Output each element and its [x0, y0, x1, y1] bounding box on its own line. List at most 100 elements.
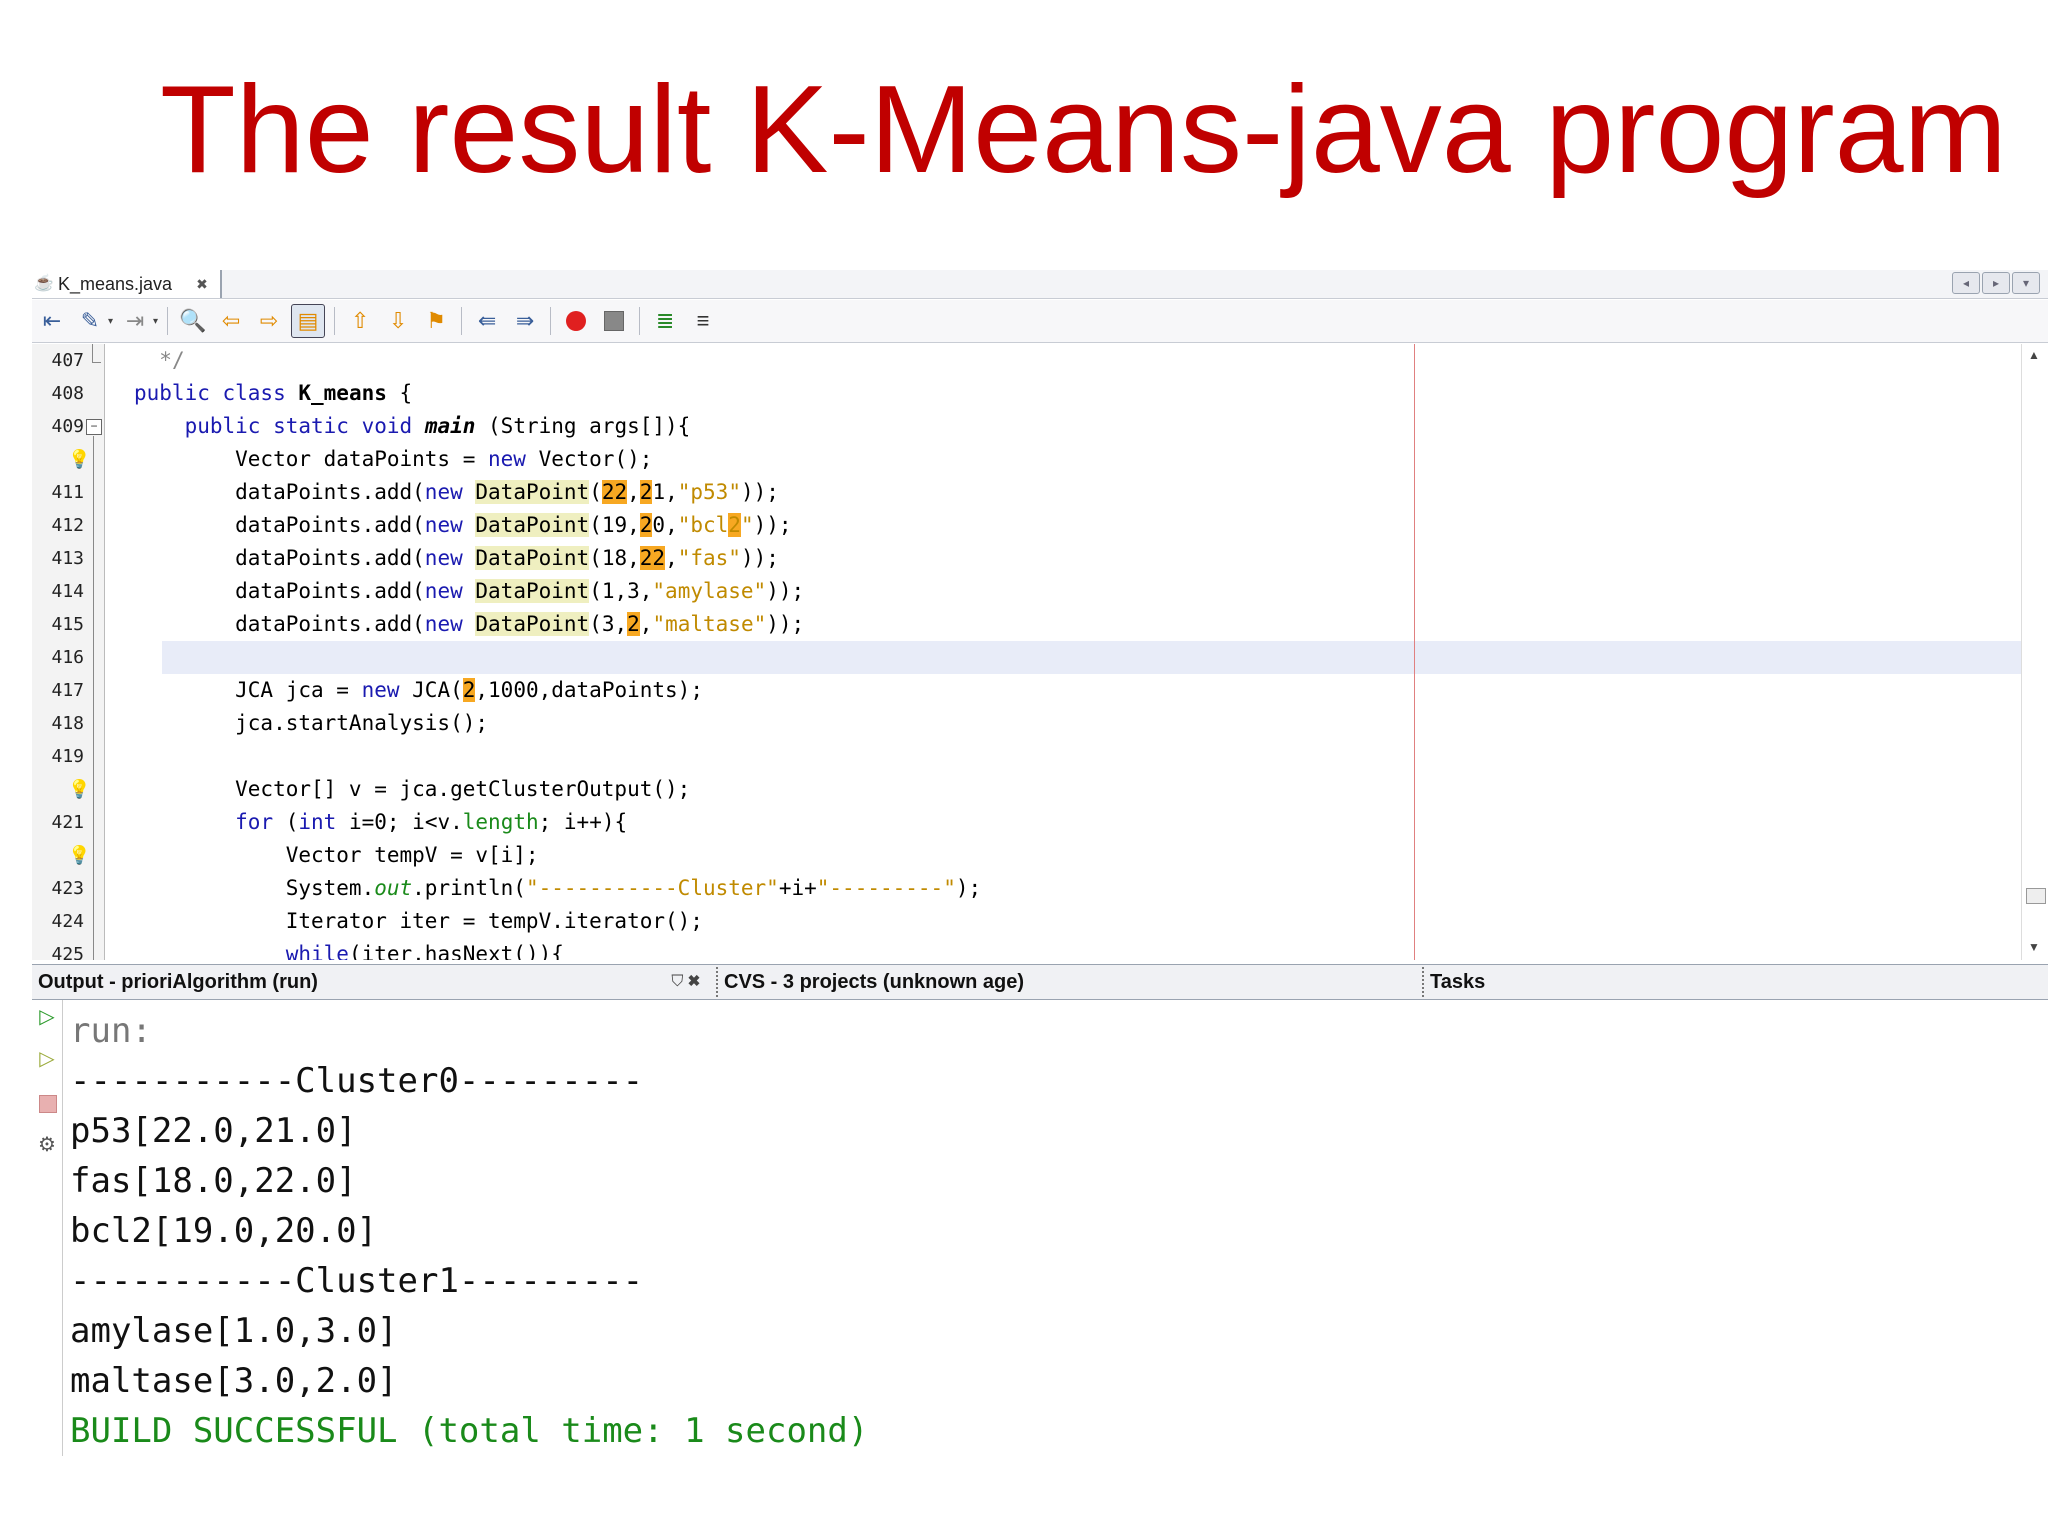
code-line-text: */: [159, 348, 185, 372]
find-previous-icon[interactable]: ⇦: [215, 305, 247, 337]
tab-tasks[interactable]: Tasks: [1430, 965, 1830, 999]
tab-cvs[interactable]: CVS - 3 projects (unknown age): [724, 965, 1414, 999]
hint-bulb-icon[interactable]: 💡: [68, 845, 90, 865]
scroll-left-button[interactable]: ◂: [1952, 272, 1980, 294]
output-line: -----------Cluster1---------: [70, 1261, 644, 1301]
output-line: bcl2[19.0,20.0]: [70, 1211, 378, 1251]
code-line[interactable]: dataPoints.add(new DataPoint(19,20,"bcl2…: [134, 509, 2018, 542]
uncomment-icon[interactable]: ≡: [687, 305, 719, 337]
code-line-text: Vector dataPoints = new Vector();: [134, 447, 653, 471]
next-bookmark-icon[interactable]: ⇩: [382, 305, 414, 337]
code-line[interactable]: [134, 641, 2018, 674]
shift-left-icon[interactable]: ⇚: [471, 305, 503, 337]
code-line[interactable]: Vector dataPoints = new Vector();: [134, 443, 2018, 476]
code-line[interactable]: Iterator iter = tempV.iterator();: [134, 905, 2018, 938]
find-next-icon[interactable]: ⇨: [253, 305, 285, 337]
start-macro-recording-icon[interactable]: [560, 305, 592, 337]
line-number: 407: [51, 350, 84, 371]
code-line[interactable]: for (int i=0; i<v.length; i++){: [134, 806, 2018, 839]
line-number: 425: [51, 944, 84, 960]
back-icon[interactable]: ⇤: [36, 305, 68, 337]
show-opened-documents-button[interactable]: ▾: [2012, 272, 2040, 294]
line-number: 418: [51, 713, 84, 734]
code-line[interactable]: dataPoints.add(new DataPoint(3,2,"maltas…: [134, 608, 2018, 641]
scroll-right-button[interactable]: ▸: [1982, 272, 2010, 294]
fold-toggle-icon[interactable]: −: [86, 419, 102, 435]
scroll-up-icon[interactable]: ▲: [2028, 348, 2040, 362]
editor-tab-k-means[interactable]: ☕ K_means.java ✖: [32, 270, 222, 298]
code-line[interactable]: public class K_means {: [134, 377, 2018, 410]
rerun-icon[interactable]: ▷: [36, 1006, 58, 1028]
rerun-with-options-icon[interactable]: ▷: [36, 1048, 58, 1070]
code-line-text: for (int i=0; i<v.length; i++){: [235, 810, 628, 834]
code-line[interactable]: Vector tempV = v[i];: [134, 839, 2018, 872]
line-number: 412: [51, 515, 84, 536]
line-number: 411: [51, 482, 84, 503]
tab-output-label: Output - prioriAlgorithm (run): [38, 970, 318, 993]
stop-icon[interactable]: [36, 1092, 58, 1114]
java-file-icon: ☕: [34, 275, 54, 292]
code-line-text: dataPoints.add(new DataPoint(1,3,"amylas…: [134, 579, 805, 603]
code-line-text: Vector[] v = jca.getClusterOutput();: [134, 777, 691, 801]
code-line[interactable]: public static void main (String args[]){: [134, 410, 2018, 443]
code-line[interactable]: [134, 740, 2018, 773]
forward-icon[interactable]: ⇥: [119, 305, 151, 337]
code-line[interactable]: Vector[] v = jca.getClusterOutput();: [134, 773, 2018, 806]
toggle-highlight-icon[interactable]: ▤: [291, 304, 326, 338]
code-line[interactable]: jca.startAnalysis();: [134, 707, 2018, 740]
output-line: -----------Cluster0---------: [70, 1061, 644, 1101]
output-line: run:: [70, 1011, 152, 1051]
toggle-bookmark-icon[interactable]: ⚑: [420, 305, 452, 337]
tab-output[interactable]: Output - prioriAlgorithm (run) ⛉ ✖: [38, 965, 708, 999]
code-area[interactable]: */ public class K_means { public static v…: [134, 344, 2048, 960]
code-line[interactable]: dataPoints.add(new DataPoint(18,22,"fas"…: [134, 542, 2018, 575]
code-line[interactable]: while(iter.hasNext()){: [134, 938, 2018, 960]
code-line-text: dataPoints.add(new DataPoint(18,22,"fas"…: [134, 546, 779, 570]
hint-bulb-icon[interactable]: 💡: [68, 449, 90, 469]
settings-icon[interactable]: ⚙: [36, 1134, 58, 1156]
comment-icon[interactable]: ≣: [649, 305, 681, 337]
output-console[interactable]: run: -----------Cluster0--------- p53[22.0…: [68, 1000, 2048, 1456]
scrollbar-thumb[interactable]: [2026, 888, 2046, 904]
line-number: 415: [51, 614, 84, 635]
last-edit-icon[interactable]: ✎: [74, 305, 106, 337]
find-icon[interactable]: 🔍: [177, 305, 209, 337]
output-line: maltase[3.0,2.0]: [70, 1361, 398, 1401]
code-line-text: public class K_means {: [134, 381, 413, 405]
code-line[interactable]: dataPoints.add(new DataPoint(1,3,"amylas…: [134, 575, 2018, 608]
close-tab-icon[interactable]: ✖: [196, 276, 208, 293]
output-tab-bar: Output - prioriAlgorithm (run) ⛉ ✖ CVS -…: [32, 964, 2048, 1000]
line-number: 413: [51, 548, 84, 569]
window-controls: ◂ ▸ ▾: [1952, 272, 2040, 294]
code-line-text: public static void main (String args[]){: [184, 414, 691, 438]
previous-bookmark-icon[interactable]: ⇧: [344, 305, 376, 337]
editor-tab-bar: ☕ K_means.java ✖ ◂ ▸ ▾: [32, 270, 2048, 299]
stop-macro-recording-icon[interactable]: [598, 305, 630, 337]
line-number: 421: [51, 812, 84, 833]
tab-tasks-label: Tasks: [1430, 970, 1486, 993]
line-number: 417: [51, 680, 84, 701]
tab-cvs-label: CVS - 3 projects (unknown age): [724, 970, 1025, 993]
ide-window: ☕ K_means.java ✖ ◂ ▸ ▾ ⇤ ✎ ▾ ⇥ ▾ 🔍 ⇦ ⇨ ▤ ⇧…: [32, 270, 2048, 1456]
code-line-text: while(iter.hasNext()){: [285, 942, 564, 960]
code-line[interactable]: */: [134, 344, 2018, 377]
line-number: 423: [51, 878, 84, 899]
code-line-text: Vector tempV = v[i];: [134, 843, 539, 867]
scroll-down-icon[interactable]: ▼: [2028, 940, 2040, 954]
output-line: BUILD SUCCESSFUL (total time: 1 second): [70, 1411, 869, 1451]
line-number: 416: [51, 647, 84, 668]
slide-title: The result K-Means-java program: [160, 61, 2007, 199]
editor-vertical-scrollbar[interactable]: ▲ ▼: [2021, 344, 2048, 960]
tab-output-tools[interactable]: ⛉ ✖: [671, 973, 700, 991]
hint-bulb-icon[interactable]: 💡: [68, 779, 90, 799]
code-editor[interactable]: 407 408 409 💡 411 412 413 414 415 416 417 418 419 💡 42…: [32, 344, 2048, 960]
code-line[interactable]: JCA jca = new JCA(2,1000,dataPoints);: [134, 674, 2018, 707]
editor-toolbar: ⇤ ✎ ▾ ⇥ ▾ 🔍 ⇦ ⇨ ▤ ⇧ ⇩ ⚑ ⇚ ⇛ ≣ ≡: [32, 300, 2048, 343]
line-number: 414: [51, 581, 84, 602]
fold-guide-end: [92, 362, 101, 363]
code-line[interactable]: dataPoints.add(new DataPoint(22,21,"p53"…: [134, 476, 2018, 509]
fold-guide: [92, 344, 93, 362]
shift-right-icon[interactable]: ⇛: [509, 305, 541, 337]
line-number: 424: [51, 911, 84, 932]
code-line[interactable]: System.out.println("-----------Cluster"+…: [134, 872, 2018, 905]
